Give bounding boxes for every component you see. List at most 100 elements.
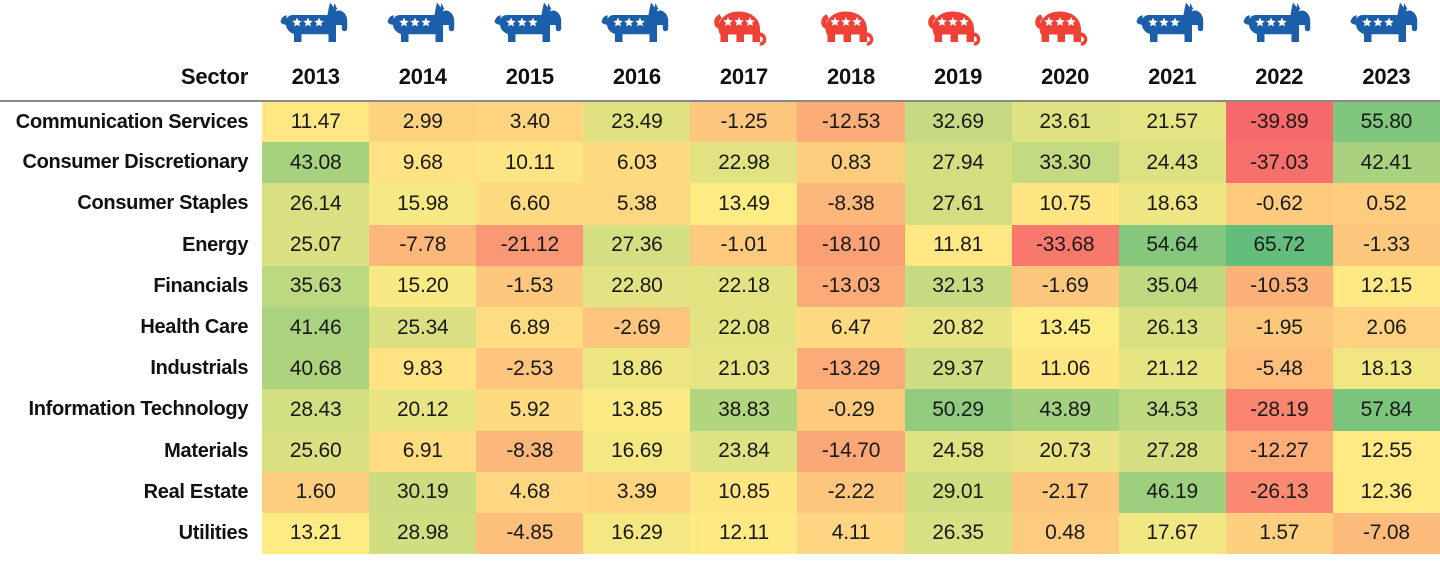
table-row: Consumer Staples 26.14 15.98 6.60 5.38 13.49-… xyxy=(0,183,1440,225)
heatmap-cell: 2.99 xyxy=(369,101,477,143)
heatmap-cell: -2.69 xyxy=(583,306,691,349)
year-header-2021: 2021 xyxy=(1148,64,1197,89)
heatmap-cell: 6.91 xyxy=(369,430,477,472)
heatmap-cell: 29.01 xyxy=(904,471,1012,513)
icon-row-spacer xyxy=(0,0,263,62)
heatmap-cell: -13.29 xyxy=(797,348,905,390)
heatmap-cell: 16.69 xyxy=(583,430,691,472)
heatmap-cell: 6.89 xyxy=(476,306,584,349)
heatmap-cell: 3.40 xyxy=(476,101,584,143)
heatmap-cell: 6.03 xyxy=(583,142,691,184)
heatmap-cell: 12.11 xyxy=(690,512,798,555)
heatmap-cell: 9.68 xyxy=(369,142,477,184)
donkey-icon xyxy=(278,1,354,57)
heatmap-cell: 4.68 xyxy=(476,471,584,513)
heatmap-cell: 10.85 xyxy=(690,471,798,513)
sector-label: Consumer Discretionary xyxy=(0,142,263,184)
heatmap-cell: -7.78 xyxy=(369,224,477,266)
party-icon-cell-2022 xyxy=(1226,0,1333,62)
donkey-icon xyxy=(492,1,568,57)
heatmap-cell: 5.92 xyxy=(476,389,584,431)
heatmap-cell: 21.57 xyxy=(1118,101,1226,143)
heatmap-cell: 32.69 xyxy=(904,101,1012,143)
heatmap-cell: 13.49 xyxy=(690,183,798,225)
party-icon-cell-2017 xyxy=(690,0,797,62)
heatmap-cell: 22.98 xyxy=(690,142,798,184)
heatmap-cell: 24.43 xyxy=(1118,142,1226,184)
table-row: Financials 35.63 15.20 -1.53 22.80 22.18 -13.0… xyxy=(0,265,1440,307)
heatmap-cell: 26.35 xyxy=(904,512,1012,555)
heatmap-cell: 38.83 xyxy=(690,389,798,431)
heatmap-cell: 4.11 xyxy=(797,512,905,555)
sector-label: Energy xyxy=(0,224,263,266)
heatmap-cell: 35.63 xyxy=(262,265,370,307)
heatmap-cell: 22.18 xyxy=(690,265,798,307)
heatmap-cell: -14.70 xyxy=(797,430,905,472)
heatmap-cell: 27.61 xyxy=(904,183,1012,225)
table-row: Health Care 41.46 25.34 6.89 -2.69 22.08 6.47 2… xyxy=(0,306,1440,349)
heatmap-cell: 9.83 xyxy=(369,348,477,390)
heatmap-cell: 10.11 xyxy=(476,142,584,184)
sector-label: Communication Services xyxy=(0,101,263,143)
table-bottom-spacer xyxy=(0,554,1440,561)
sector-label: Health Care xyxy=(0,306,263,349)
heatmap-cell: 41.46 xyxy=(262,306,370,349)
heatmap-cell: 10.75 xyxy=(1011,183,1119,225)
heatmap-cell: 15.20 xyxy=(369,265,477,307)
heatmap-cell: 20.82 xyxy=(904,306,1012,349)
heatmap-cell: -1.69 xyxy=(1011,265,1119,307)
heatmap-cell: -33.68 xyxy=(1011,224,1119,266)
heatmap-cell: -1.53 xyxy=(476,265,584,307)
heatmap-cell: 6.47 xyxy=(797,306,905,349)
heatmap-cell: 17.67 xyxy=(1118,512,1226,555)
party-icon-cell-2020 xyxy=(1012,0,1119,62)
heatmap-cell: 42.41 xyxy=(1332,142,1440,184)
heatmap-cell: -26.13 xyxy=(1225,471,1333,513)
heatmap-cell: -1.33 xyxy=(1332,224,1440,266)
bottom-spacer-cell xyxy=(0,554,1440,561)
heatmap-cell: 20.73 xyxy=(1011,430,1119,472)
heatmap-cell: 27.28 xyxy=(1118,430,1226,472)
heatmap-cell: 57.84 xyxy=(1332,389,1440,431)
party-icon-row xyxy=(0,0,1440,62)
year-header-2017: 2017 xyxy=(719,64,769,89)
sector-returns-heatmap: Sector 2013 2014 2015 2016 2017 2018 2019 2020 20… xyxy=(0,0,1440,561)
heatmap-cell: -5.48 xyxy=(1225,348,1333,390)
heatmap-cell: 30.19 xyxy=(369,471,477,513)
heatmap-cell: 35.04 xyxy=(1118,265,1226,307)
heatmap-cell: 25.07 xyxy=(262,224,370,266)
heatmap-cell: 0.48 xyxy=(1011,512,1119,555)
heatmap-cell: -10.53 xyxy=(1225,265,1333,307)
heatmap-cell: 23.84 xyxy=(690,430,798,472)
heatmap-cell: -4.85 xyxy=(476,512,584,555)
heatmap-cell: 26.14 xyxy=(262,183,370,225)
heatmap-cell: 13.45 xyxy=(1011,306,1119,349)
heatmap-cell: 5.38 xyxy=(583,183,691,225)
table-row: Communication Services 11.47 2.99 3.40 23.49… xyxy=(0,101,1440,143)
party-icon-cell-2015 xyxy=(476,0,583,62)
table-row: Information Technology 28.43 20.12 5.92 13.8… xyxy=(0,389,1440,431)
heatmap-cell: -18.10 xyxy=(797,224,905,266)
heatmap-cell: 23.61 xyxy=(1011,101,1119,143)
heatmap-cell: 21.12 xyxy=(1118,348,1226,390)
heatmap-cell: -21.12 xyxy=(476,224,584,266)
heatmap-cell: 18.86 xyxy=(583,348,691,390)
heatmap-cell: 43.89 xyxy=(1011,389,1119,431)
heatmap-sheet: Sector 2013 2014 2015 2016 2017 2018 2019 2020 20… xyxy=(0,0,1440,564)
heatmap-cell: 24.58 xyxy=(904,430,1012,472)
year-header-2013: 2013 xyxy=(291,64,340,89)
table-row: Industrials 40.68 9.83 -2.53 18.86 21.03 -13.2… xyxy=(0,348,1440,390)
sector-column-header: Sector xyxy=(180,64,249,89)
year-header-2022: 2022 xyxy=(1255,64,1304,89)
heatmap-cell: 20.12 xyxy=(369,389,477,431)
year-header-2016: 2016 xyxy=(612,64,661,89)
party-icon-cell-2019 xyxy=(905,0,1012,62)
year-header-2018: 2018 xyxy=(826,64,876,89)
party-icon-cell-2021 xyxy=(1119,0,1226,62)
sector-label: Consumer Staples xyxy=(0,183,263,225)
heatmap-cell: -0.62 xyxy=(1225,183,1333,225)
heatmap-cell: -37.03 xyxy=(1225,142,1333,184)
heatmap-cell: 33.30 xyxy=(1011,142,1119,184)
heatmap-cell: 50.29 xyxy=(904,389,1012,431)
heatmap-cell: -1.25 xyxy=(690,101,798,143)
